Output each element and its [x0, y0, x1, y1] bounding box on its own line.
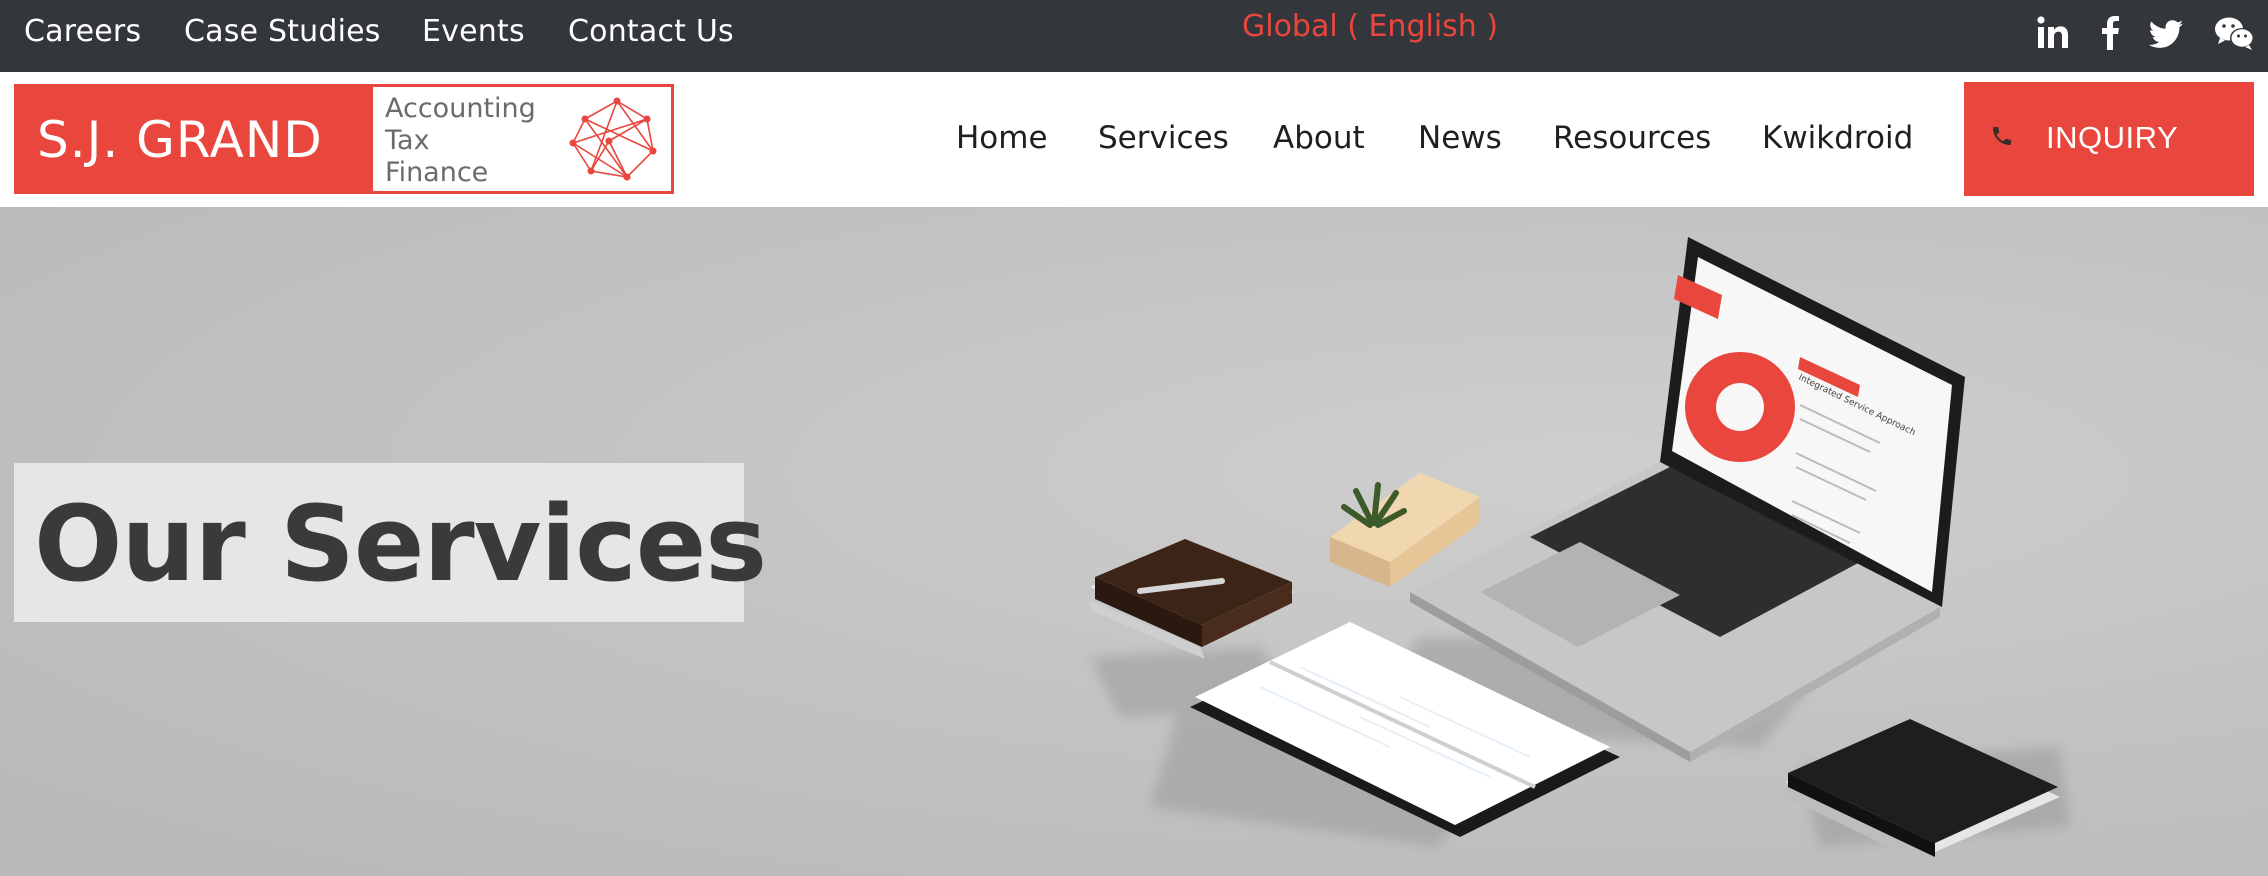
case-studies-link[interactable]: Case Studies — [184, 14, 381, 49]
wechat-icon[interactable] — [2214, 14, 2256, 54]
logo-tagline-accounting: Accounting — [385, 93, 536, 124]
events-link[interactable]: Events — [422, 14, 525, 49]
language-selector[interactable]: Global ( English ) — [1242, 9, 1498, 44]
page-title: Our Services — [34, 483, 767, 605]
top-utility-bar: Careers Case Studies Events Contact Us G… — [0, 0, 2268, 72]
desk-scene-illustration: Integrated Service Approach — [1088, 237, 2070, 869]
hero-banner: Our Services Integrated Service Approach — [0, 207, 2268, 876]
nav-news[interactable]: News — [1418, 120, 1502, 156]
network-graph-icon — [569, 97, 657, 181]
company-logo[interactable]: S.J. GRAND Accounting Tax Finance — [14, 84, 674, 194]
inquiry-label: INQUIRY — [2046, 120, 2179, 155]
logo-name: S.J. GRAND — [37, 111, 323, 169]
nav-kwikdroid[interactable]: Kwikdroid — [1762, 120, 1913, 156]
nav-resources[interactable]: Resources — [1553, 120, 1711, 156]
careers-link[interactable]: Careers — [24, 14, 141, 49]
inquiry-button[interactable]: INQUIRY — [1964, 82, 2254, 196]
logo-tagline-tax: Tax — [385, 125, 430, 156]
logo-red-block: S.J. GRAND — [17, 87, 373, 191]
nav-home[interactable]: Home — [956, 120, 1048, 156]
hero-title-box: Our Services — [14, 463, 767, 622]
phone-icon — [1993, 127, 2011, 145]
contact-us-link[interactable]: Contact Us — [568, 14, 734, 49]
main-header: S.J. GRAND Accounting Tax Finance Home S… — [0, 72, 2268, 207]
nav-about[interactable]: About — [1273, 120, 1365, 156]
nav-services[interactable]: Services — [1098, 120, 1229, 156]
twitter-icon[interactable] — [2148, 14, 2184, 54]
facebook-icon[interactable] — [2098, 14, 2122, 54]
logo-tagline-finance: Finance — [385, 157, 489, 188]
brown-notebook-image — [1088, 539, 1295, 659]
linkedin-icon[interactable] — [2036, 14, 2070, 54]
